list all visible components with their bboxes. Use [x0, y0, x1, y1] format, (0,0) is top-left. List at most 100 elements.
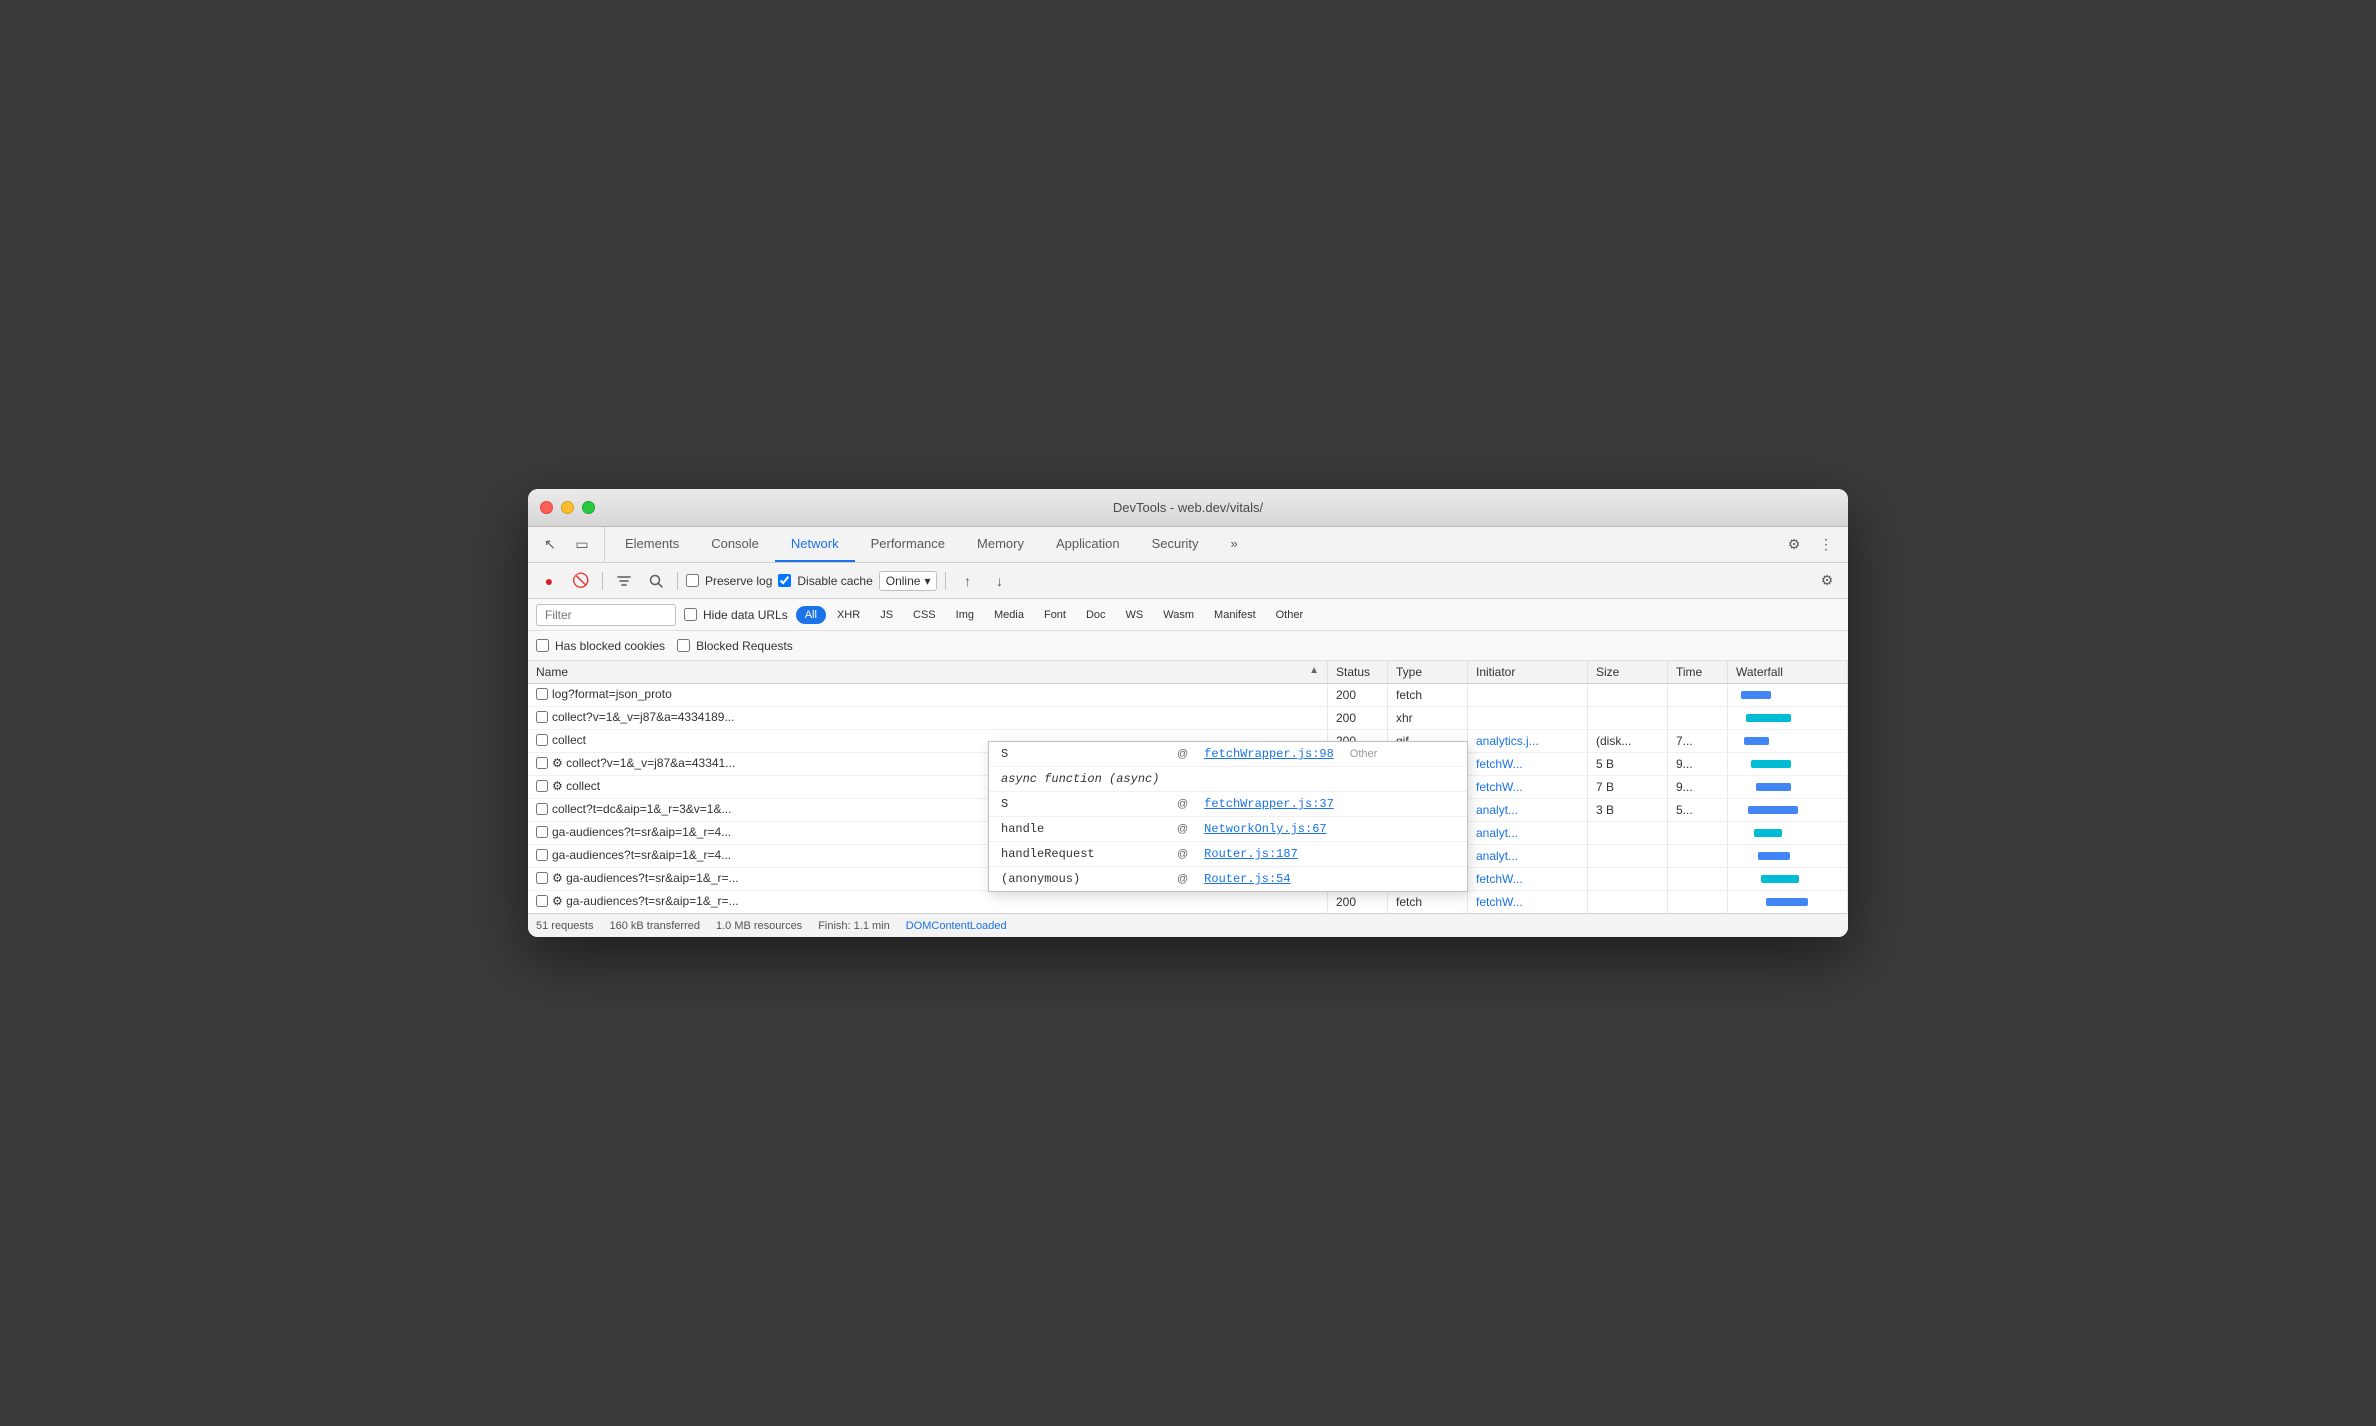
stacktrace-link-2[interactable]: fetchWrapper.js:37 [1204, 797, 1334, 811]
col-header-size[interactable]: Size [1588, 661, 1668, 684]
status-transferred: 160 kB transferred [609, 920, 700, 932]
blocked-requests-checkbox[interactable] [677, 639, 690, 652]
tabs-left-icons: ↖ ▭ [536, 527, 605, 562]
row-checkbox[interactable] [536, 734, 548, 746]
cursor-icon[interactable]: ↖ [536, 531, 564, 559]
status-bar: 51 requests 160 kB transferred 1.0 MB re… [528, 913, 1848, 937]
cell-type: fetch [1388, 684, 1468, 707]
stacktrace-panel: S @ fetchWrapper.js:98 Other async funct… [988, 741, 1468, 892]
upload-icon[interactable]: ↑ [954, 568, 980, 594]
maximize-button[interactable] [582, 501, 595, 514]
row-checkbox[interactable] [536, 872, 548, 884]
filter-chip-css[interactable]: CSS [904, 606, 945, 624]
hide-data-urls-checkbox[interactable] [684, 608, 697, 621]
filter-input[interactable] [536, 604, 676, 626]
stacktrace-link-0[interactable]: fetchWrapper.js:98 [1204, 747, 1334, 761]
col-header-initiator[interactable]: Initiator [1468, 661, 1588, 684]
cell-status: 200 [1328, 684, 1388, 707]
record-button[interactable]: ● [536, 568, 562, 594]
has-blocked-cookies-label[interactable]: Has blocked cookies [536, 639, 665, 653]
preserve-log-label[interactable]: Preserve log [686, 574, 772, 588]
filter-chip-manifest[interactable]: Manifest [1205, 606, 1265, 624]
table-row[interactable]: collect?v=1&_v=j87&a=4334189... 200 xhr [528, 707, 1848, 730]
stacktrace-row-4: handleRequest @ Router.js:187 [989, 842, 1467, 867]
device-icon[interactable]: ▭ [568, 531, 596, 559]
cell-type: xhr [1388, 707, 1468, 730]
row-checkbox[interactable] [536, 780, 548, 792]
devtools-settings-icon[interactable]: ⚙ [1780, 531, 1808, 559]
close-button[interactable] [540, 501, 553, 514]
disable-cache-checkbox[interactable] [778, 574, 791, 587]
tab-overflow[interactable]: » [1215, 527, 1254, 562]
network-throttle-select[interactable]: Online ▾ [879, 571, 938, 591]
download-icon[interactable]: ↓ [986, 568, 1012, 594]
cell-name: log?format=json_proto [528, 684, 1328, 707]
devtools-body: ↖ ▭ Elements Console Network Performance… [528, 527, 1848, 937]
row-checkbox[interactable] [536, 757, 548, 769]
stacktrace-link-4[interactable]: Router.js:187 [1204, 847, 1298, 861]
row-checkbox[interactable] [536, 711, 548, 723]
col-header-status[interactable]: Status [1328, 661, 1388, 684]
cell-size: 5 B [1588, 753, 1668, 776]
col-header-waterfall[interactable]: Waterfall [1728, 661, 1848, 684]
preserve-log-checkbox[interactable] [686, 574, 699, 587]
cell-type: fetch [1388, 891, 1468, 914]
cell-initiator: fetchW... [1468, 868, 1588, 891]
blocked-requests-label[interactable]: Blocked Requests [677, 639, 793, 653]
stacktrace-row-5: (anonymous) @ Router.js:54 [989, 867, 1467, 891]
col-header-name[interactable]: Name ▲ [528, 661, 1328, 684]
row-checkbox[interactable] [536, 803, 548, 815]
disable-cache-label[interactable]: Disable cache [778, 574, 872, 588]
filter-chip-font[interactable]: Font [1035, 606, 1075, 624]
filter-chip-ws[interactable]: WS [1117, 606, 1153, 624]
table-row[interactable]: log?format=json_proto 200 fetch [528, 684, 1848, 707]
stop-button[interactable]: 🚫 [568, 568, 594, 594]
row-checkbox[interactable] [536, 688, 548, 700]
filter-chip-wasm[interactable]: Wasm [1154, 606, 1203, 624]
row-checkbox[interactable] [536, 826, 548, 838]
cell-waterfall [1728, 684, 1848, 707]
col-header-time[interactable]: Time [1668, 661, 1728, 684]
tab-security[interactable]: Security [1136, 527, 1215, 562]
devtools-more-icon[interactable]: ⋮ [1812, 531, 1840, 559]
has-blocked-cookies-checkbox[interactable] [536, 639, 549, 652]
tab-memory[interactable]: Memory [961, 527, 1040, 562]
stacktrace-fn-2: S [1001, 797, 1161, 811]
tab-elements[interactable]: Elements [609, 527, 695, 562]
stacktrace-fn-0: S [1001, 747, 1161, 761]
tab-application[interactable]: Application [1040, 527, 1136, 562]
filter-chip-all[interactable]: All [796, 606, 826, 624]
cell-waterfall [1728, 776, 1848, 799]
dom-content-loaded-link[interactable]: DOMContentLoaded [906, 920, 1007, 932]
main-content: Name ▲ Status Type Initiator Size Time W… [528, 661, 1848, 937]
filter-chip-doc[interactable]: Doc [1077, 606, 1115, 624]
filter-chip-other[interactable]: Other [1267, 606, 1313, 624]
col-header-type[interactable]: Type [1388, 661, 1468, 684]
filter-chip-media[interactable]: Media [985, 606, 1033, 624]
filter-chip-js[interactable]: JS [871, 606, 902, 624]
row-checkbox[interactable] [536, 895, 548, 907]
minimize-button[interactable] [561, 501, 574, 514]
cell-time [1668, 707, 1728, 730]
tab-performance[interactable]: Performance [855, 527, 961, 562]
filter-icon[interactable] [611, 568, 637, 594]
cell-waterfall [1728, 753, 1848, 776]
hide-data-urls-label[interactable]: Hide data URLs [684, 608, 788, 622]
row-checkbox[interactable] [536, 849, 548, 861]
cell-name: collect?v=1&_v=j87&a=4334189... [528, 707, 1328, 730]
stacktrace-link-5[interactable]: Router.js:54 [1204, 872, 1290, 886]
search-icon[interactable] [643, 568, 669, 594]
network-settings-icon[interactable]: ⚙ [1814, 568, 1840, 594]
tab-network[interactable]: Network [775, 527, 855, 562]
tab-console[interactable]: Console [695, 527, 775, 562]
filter-chip-img[interactable]: Img [947, 606, 983, 624]
table-row[interactable]: ⚙ ga-audiences?t=sr&aip=1&_r=... 200 fet… [528, 891, 1848, 914]
toolbar-separator-3 [945, 572, 946, 590]
stacktrace-link-3[interactable]: NetworkOnly.js:67 [1204, 822, 1326, 836]
status-finish: Finish: 1.1 min [818, 920, 890, 932]
filter-chip-xhr[interactable]: XHR [828, 606, 869, 624]
cell-size: 7 B [1588, 776, 1668, 799]
stacktrace-fn-5: (anonymous) [1001, 872, 1161, 886]
stacktrace-row-2: S @ fetchWrapper.js:37 [989, 792, 1467, 817]
cell-time: 5... [1668, 799, 1728, 822]
